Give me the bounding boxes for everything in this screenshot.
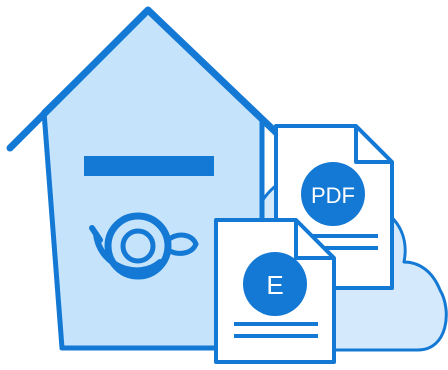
e-document-icon: E — [214, 218, 336, 364]
e-badge-label: E — [266, 270, 283, 300]
mail-slot — [84, 156, 214, 176]
pdf-badge-label: PDF — [311, 183, 355, 208]
email-mailbox-illustration: PDF E — [0, 0, 448, 370]
e-text-line — [234, 334, 318, 338]
e-text-line — [234, 322, 318, 326]
